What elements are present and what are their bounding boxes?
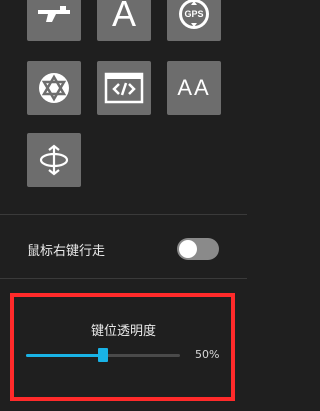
opacity-value: 50% xyxy=(195,348,220,361)
text-a-icon: A xyxy=(111,0,136,34)
key-settings-panel: A GPS AA 鼠标右键行走 键位透明度 50% xyxy=(0,0,247,411)
mouse-right-walk-toggle[interactable] xyxy=(177,238,219,260)
highlight-box xyxy=(10,293,235,401)
toggle-knob xyxy=(179,240,197,258)
rotate-button[interactable] xyxy=(27,133,81,187)
gps-label: GPS xyxy=(184,9,204,19)
opacity-slider[interactable] xyxy=(26,348,180,362)
gun-icon-button[interactable] xyxy=(27,0,81,41)
text-a-button[interactable]: A xyxy=(97,0,151,41)
star-of-david-icon xyxy=(39,73,69,103)
code-window-button[interactable] xyxy=(97,61,151,115)
gps-button[interactable]: GPS xyxy=(167,0,221,41)
rotate-icon xyxy=(39,144,69,176)
double-a-icon: AA xyxy=(177,75,211,100)
double-a-button[interactable]: AA xyxy=(167,61,221,115)
gun-icon xyxy=(38,6,70,22)
star-of-david-button[interactable] xyxy=(27,61,81,115)
opacity-slider-fill xyxy=(26,354,103,357)
code-window-icon xyxy=(104,72,144,104)
opacity-slider-thumb[interactable] xyxy=(98,348,108,362)
opacity-slider-title: 键位透明度 xyxy=(90,324,156,339)
section-divider xyxy=(0,214,247,215)
section-divider-2 xyxy=(0,278,247,279)
mouse-right-walk-label: 鼠标右键行走 xyxy=(27,244,106,259)
